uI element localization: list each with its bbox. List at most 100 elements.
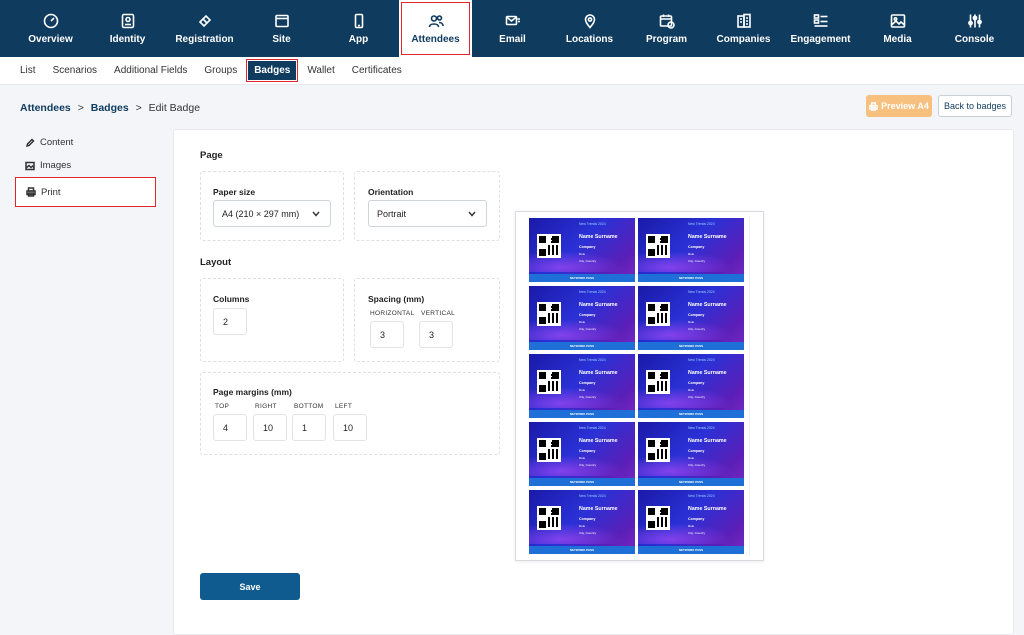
nav-item-label: Program <box>645 33 688 45</box>
qr-code-icon <box>537 234 561 258</box>
nav-item-label: App <box>348 33 369 45</box>
sidebar-item-images[interactable]: Images <box>15 154 156 177</box>
badge-preview: New Trends 2024 Name Surname Company Role Ci… <box>529 218 635 282</box>
vertical-label: VERTICAL <box>421 310 456 317</box>
nav-item-label: Registration <box>175 33 234 45</box>
a4-print-preview: New Trends 2024 Name Surname Company Role Ci… <box>515 211 764 561</box>
badge-role: Role <box>579 456 586 460</box>
margin-left-input[interactable]: 10 <box>333 414 367 441</box>
badge-city: City, Country <box>688 395 706 399</box>
badge-company: Company <box>688 381 705 385</box>
nav-item-site[interactable]: Site <box>243 0 320 57</box>
pencil-icon <box>25 137 35 147</box>
badge-city: City, Country <box>579 259 597 263</box>
badge-name: Name Surname <box>579 506 618 512</box>
email-icon <box>505 15 520 25</box>
nav-item-label: Locations <box>565 33 614 45</box>
orientation-label: Orientation <box>368 187 414 197</box>
nav-item-label: Email <box>499 33 526 45</box>
badge-name: Name Surname <box>579 302 618 308</box>
sliders-icon <box>967 14 982 27</box>
nav-item-console[interactable]: Console <box>936 0 1013 57</box>
badge-preview: New Trends 2024 Name Surname Company Role Ci… <box>638 490 744 554</box>
breadcrumb-current: Edit Badge <box>148 102 201 114</box>
preview-a4-button[interactable]: Preview A4 <box>866 95 932 117</box>
sub-navigation: List Scenarios Additional Fields Groups Badg… <box>0 57 1024 85</box>
nav-item-identity[interactable]: Identity <box>89 0 166 57</box>
columns-card: Columns 2 <box>200 278 344 362</box>
nav-item-attendees[interactable]: Attendees <box>399 0 472 57</box>
badge-company: Company <box>688 245 705 249</box>
breadcrumb-badges[interactable]: Badges <box>91 102 129 114</box>
badge-company: Company <box>579 381 596 385</box>
nav-item-locations[interactable]: Locations <box>551 0 628 57</box>
nav-item-app[interactable]: App <box>320 0 397 57</box>
save-button[interactable]: Save <box>200 573 300 600</box>
tab-certificates[interactable]: Certificates <box>352 62 402 79</box>
badge-company: Company <box>579 313 596 317</box>
horizontal-spacing-input[interactable]: 3 <box>370 321 404 348</box>
pin-icon <box>584 13 595 29</box>
nav-item-label: Site <box>272 33 291 45</box>
tab-groups[interactable]: Groups <box>204 62 237 79</box>
badge-event: New Trends 2024 <box>688 426 715 430</box>
badge-footer: NETWORK PASS <box>638 410 744 418</box>
back-to-badges-button[interactable]: Back to badges <box>938 95 1012 117</box>
paper-size-select[interactable]: A4 (210 × 297 mm) <box>213 200 331 227</box>
qr-code-icon <box>537 506 561 530</box>
preview-scrollbar[interactable] <box>749 216 761 556</box>
badge-name: Name Surname <box>579 234 618 240</box>
badge-event: New Trends 2024 <box>579 426 606 430</box>
nav-item-companies[interactable]: Companies <box>705 0 782 57</box>
qr-code-icon <box>537 302 561 326</box>
margin-right-input[interactable]: 10 <box>253 414 287 441</box>
tab-list[interactable]: List <box>20 62 36 79</box>
nav-item-engagement[interactable]: Engagement <box>782 0 859 57</box>
badge-footer: NETWORK PASS <box>529 478 635 486</box>
sidebar-item-print[interactable]: Print <box>15 177 156 207</box>
badge-footer: NETWORK PASS <box>638 546 744 554</box>
badge-role: Role <box>688 388 695 392</box>
badge-event: New Trends 2024 <box>688 494 715 498</box>
nav-item-overview[interactable]: Overview <box>12 0 89 57</box>
margin-top-input[interactable]: 4 <box>213 414 247 441</box>
badge-footer: NETWORK PASS <box>638 274 744 282</box>
chevron-down-icon <box>468 211 476 217</box>
tab-badges[interactable]: Badges <box>246 59 299 82</box>
badge-company: Company <box>688 517 705 521</box>
breadcrumb-attendees[interactable]: Attendees <box>20 102 71 114</box>
settings-sidebar: Content Images Print <box>15 131 156 207</box>
badge-footer: NETWORK PASS <box>529 410 635 418</box>
orientation-select[interactable]: Portrait <box>368 200 487 227</box>
badge-event: New Trends 2024 <box>688 290 715 294</box>
qr-code-icon <box>646 234 670 258</box>
sidebar-item-content[interactable]: Content <box>15 131 156 154</box>
margin-bottom-input[interactable]: 1 <box>292 414 326 441</box>
spacing-label: Spacing (mm) <box>368 294 425 304</box>
nav-item-registration[interactable]: Registration <box>166 0 243 57</box>
nav-item-media[interactable]: Media <box>859 0 936 57</box>
tab-additional-fields[interactable]: Additional Fields <box>114 62 187 79</box>
badge-preview: New Trends 2024 Name Surname Company Role Ci… <box>638 354 744 418</box>
badge-company: Company <box>688 313 705 317</box>
badge-role: Role <box>579 252 586 256</box>
margin-right-label: RIGHT <box>255 403 277 410</box>
columns-input[interactable]: 2 <box>213 308 247 335</box>
badge-preview: New Trends 2024 Name Surname Company Role Ci… <box>529 490 635 554</box>
badge-company: Company <box>579 449 596 453</box>
printer-icon <box>869 101 878 111</box>
breadcrumb-separator: > <box>135 102 142 114</box>
tab-wallet[interactable]: Wallet <box>307 62 334 79</box>
id-card-icon <box>121 13 134 28</box>
nav-item-program[interactable]: Program <box>628 0 705 57</box>
tab-scenarios[interactable]: Scenarios <box>53 62 97 79</box>
sidebar-item-label: Images <box>40 160 72 171</box>
vertical-spacing-input[interactable]: 3 <box>419 321 453 348</box>
nav-item-email[interactable]: Email <box>474 0 551 57</box>
nav-item-label: Overview <box>28 33 73 45</box>
paper-size-card: Paper size A4 (210 × 297 mm) <box>200 171 344 241</box>
badge-preview: New Trends 2024 Name Surname Company Role Ci… <box>529 286 635 350</box>
nav-item-label: Identity <box>109 33 146 45</box>
badge-city: City, Country <box>579 327 597 331</box>
users-icon <box>428 14 444 27</box>
